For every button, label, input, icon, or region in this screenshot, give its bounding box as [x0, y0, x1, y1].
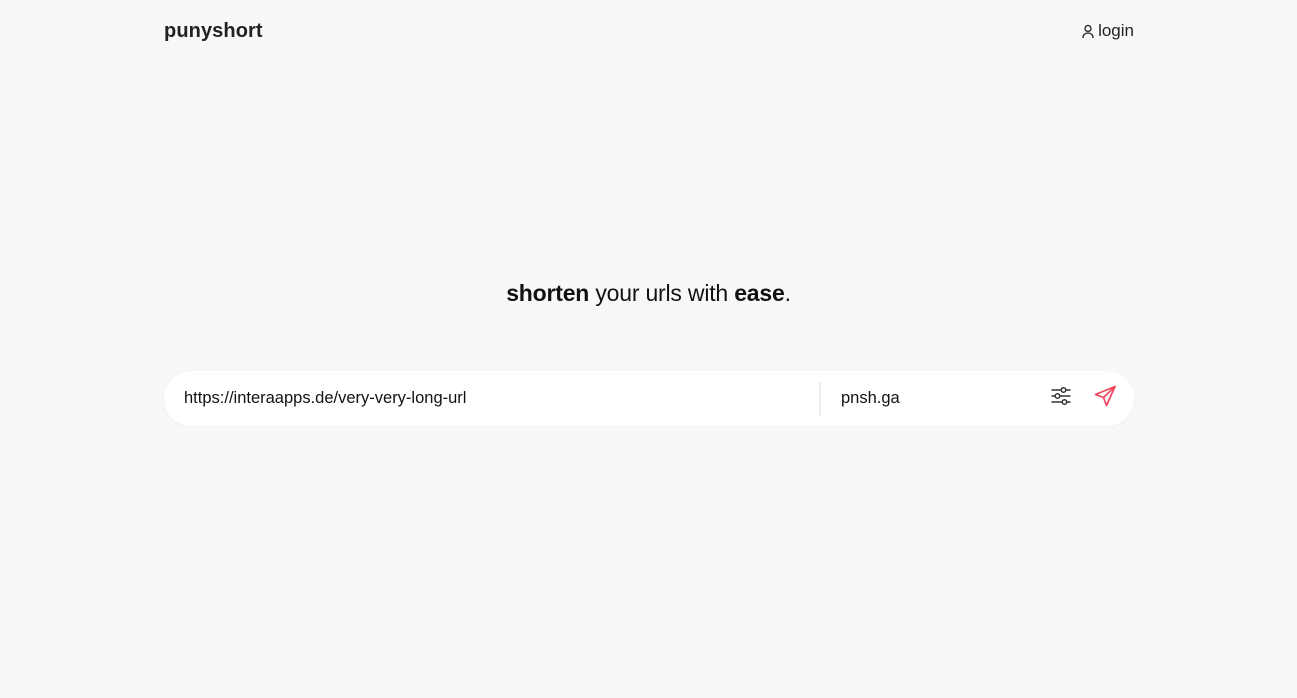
domain-select[interactable]: pnsh.ga — [841, 389, 1031, 408]
hero-heading: shorten your urls with ease. — [0, 280, 1297, 307]
logo[interactable]: punyshort — [164, 20, 263, 43]
url-input[interactable] — [184, 383, 799, 414]
page: punyshort login shorten your urls with e… — [0, 0, 1297, 698]
user-icon — [1081, 24, 1095, 39]
hero-middle-text: your urls with — [589, 280, 735, 306]
shortener-bar: pnsh.ga — [164, 371, 1134, 426]
settings-button[interactable] — [1043, 381, 1079, 417]
divider — [819, 381, 821, 416]
send-icon — [1093, 384, 1117, 413]
login-label: login — [1098, 21, 1134, 40]
sliders-icon — [1050, 385, 1072, 412]
submit-button[interactable] — [1087, 381, 1123, 417]
hero-period: . — [784, 280, 791, 306]
hero-word-shorten: shorten — [506, 280, 590, 306]
hero-word-ease: ease — [734, 280, 785, 306]
header: punyshort login — [164, 14, 1134, 48]
login-link[interactable]: login — [1081, 21, 1134, 41]
